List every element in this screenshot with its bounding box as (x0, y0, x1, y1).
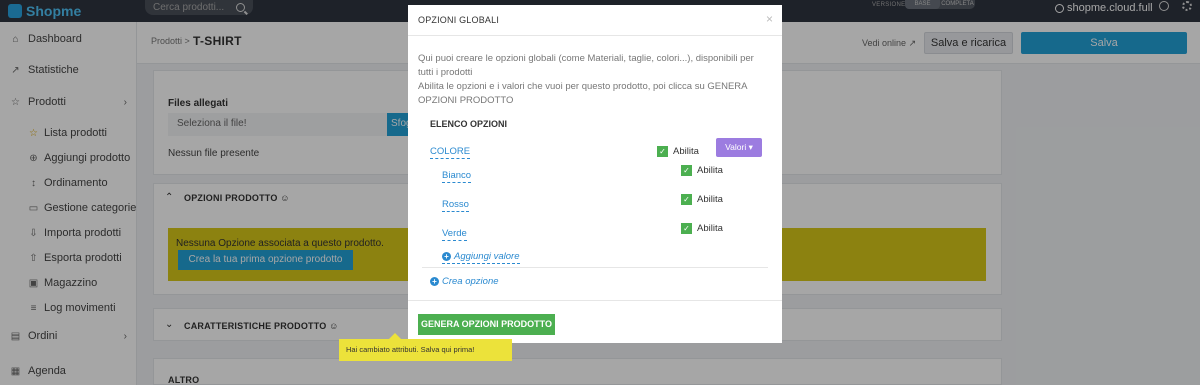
options-list-title: ELENCO OPZIONI (430, 119, 508, 129)
create-option-label: Crea opzione (442, 276, 499, 287)
divider (408, 35, 782, 36)
enable-label: Abilita (673, 146, 699, 157)
divider (408, 300, 782, 301)
add-value-label: Aggiungi valore (454, 251, 520, 262)
value-bianco-link[interactable]: Bianco (442, 170, 472, 183)
value-verde-enable-checkbox[interactable]: ✓ (681, 223, 692, 234)
generate-product-options-button[interactable]: GENERA OPZIONI PRODOTTO (418, 314, 555, 335)
global-options-modal: OPZIONI GLOBALI × Qui puoi creare le opz… (408, 5, 782, 343)
value-verde-link[interactable]: Verde (442, 228, 467, 241)
modal-title: OPZIONI GLOBALI (418, 15, 500, 25)
enable-label: Abilita (697, 223, 723, 234)
plus-icon: + (430, 277, 439, 286)
enable-label: Abilita (697, 165, 723, 176)
value-bianco-enable-checkbox[interactable]: ✓ (681, 165, 692, 176)
option-colore-link[interactable]: COLORE (430, 146, 471, 159)
values-button-label: Valori (725, 142, 747, 152)
divider (422, 267, 768, 268)
save-warning-tooltip: Hai cambiato attributi. Salva qui prima! (339, 333, 512, 361)
modal-description-line-1: Qui puoi creare le opzioni globali (come… (418, 53, 754, 78)
add-value-link[interactable]: + Aggiungi valore (442, 251, 520, 264)
enable-label: Abilita (697, 194, 723, 205)
modal-description-line-2: Abilita le opzioni e i valori che vuoi p… (418, 81, 747, 106)
create-option-link[interactable]: + Crea opzione (430, 276, 499, 287)
close-icon[interactable]: × (766, 12, 773, 26)
plus-icon: + (442, 252, 451, 261)
chevron-down-icon: ▾ (748, 142, 753, 152)
value-rosso-enable-checkbox[interactable]: ✓ (681, 194, 692, 205)
modal-description: Qui puoi creare le opzioni globali (come… (418, 52, 768, 108)
values-dropdown-button[interactable]: Valori ▾ (716, 138, 762, 157)
option-colore-enable-checkbox[interactable]: ✓ (657, 146, 668, 157)
value-rosso-link[interactable]: Rosso (442, 199, 469, 212)
